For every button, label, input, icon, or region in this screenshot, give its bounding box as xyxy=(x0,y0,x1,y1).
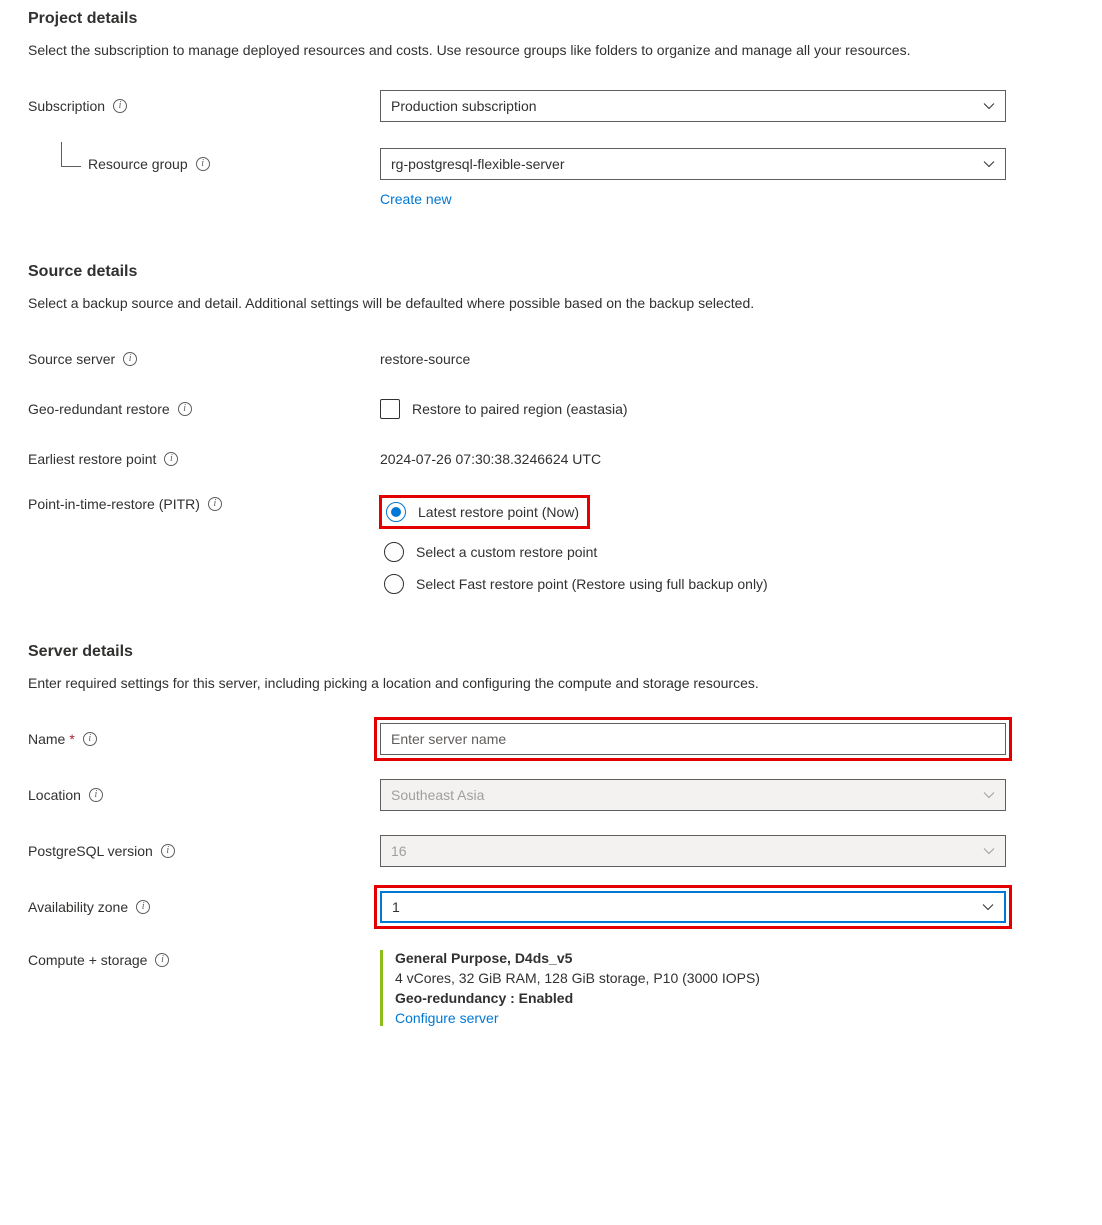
pitr-radio-group: Latest restore point (Now) Select a cust… xyxy=(380,494,1006,594)
location-dropdown: Southeast Asia xyxy=(380,779,1006,811)
info-icon[interactable]: i xyxy=(208,497,222,511)
subscription-dropdown[interactable]: Production subscription xyxy=(380,90,1006,122)
radio-icon xyxy=(384,574,404,594)
resource-group-value: rg-postgresql-flexible-server xyxy=(391,156,565,172)
info-icon[interactable]: i xyxy=(155,953,169,967)
info-icon[interactable]: i xyxy=(196,157,210,171)
compute-geo: Geo-redundancy : Enabled xyxy=(395,990,1006,1006)
radio-icon xyxy=(386,502,406,522)
info-icon[interactable]: i xyxy=(178,402,192,416)
chevron-down-icon xyxy=(983,158,995,170)
availability-zone-value: 1 xyxy=(392,899,400,915)
geo-redundant-checkbox[interactable] xyxy=(380,399,400,419)
project-details-desc: Select the subscription to manage deploy… xyxy=(28,40,1074,61)
info-icon[interactable]: i xyxy=(89,788,103,802)
chevron-down-icon xyxy=(983,100,995,112)
create-new-link[interactable]: Create new xyxy=(380,191,452,207)
server-name-highlight xyxy=(374,717,1012,761)
project-details-heading: Project details xyxy=(28,10,1074,28)
pitr-option-label: Select a custom restore point xyxy=(416,544,597,560)
subscription-value: Production subscription xyxy=(391,98,537,114)
postgres-version-value: 16 xyxy=(391,843,407,859)
pitr-option-label: Select Fast restore point (Restore using… xyxy=(416,576,768,592)
server-name-input[interactable] xyxy=(380,723,1006,755)
chevron-down-icon xyxy=(982,901,994,913)
compute-storage-label: Compute + storage i xyxy=(28,950,380,968)
info-icon[interactable]: i xyxy=(113,99,127,113)
location-value: Southeast Asia xyxy=(391,787,484,803)
pitr-option-latest[interactable]: Latest restore point (Now) xyxy=(380,494,593,530)
resource-group-dropdown[interactable]: rg-postgresql-flexible-server xyxy=(380,148,1006,180)
pitr-label: Point-in-time-restore (PITR) i xyxy=(28,494,380,512)
earliest-restore-value: 2024-07-26 07:30:38.3246624 UTC xyxy=(380,451,601,467)
server-details-desc: Enter required settings for this server,… xyxy=(28,673,1074,694)
source-server-label: Source server i xyxy=(28,351,380,367)
radio-icon xyxy=(384,542,404,562)
source-details-desc: Select a backup source and detail. Addit… xyxy=(28,293,1074,314)
resource-group-label: Resource group i xyxy=(28,156,380,172)
compute-storage-summary: General Purpose, D4ds_v5 4 vCores, 32 Gi… xyxy=(380,950,1006,1026)
geo-redundant-checkbox-label: Restore to paired region (eastasia) xyxy=(412,401,628,417)
pitr-option-custom[interactable]: Select a custom restore point xyxy=(380,542,1006,562)
compute-tier: General Purpose, D4ds_v5 xyxy=(395,950,1006,966)
az-highlight: 1 xyxy=(374,885,1012,929)
location-label: Location i xyxy=(28,787,380,803)
earliest-restore-label: Earliest restore point i xyxy=(28,451,380,467)
chevron-down-icon xyxy=(983,845,995,857)
info-icon[interactable]: i xyxy=(136,900,150,914)
info-icon[interactable]: i xyxy=(164,452,178,466)
info-icon[interactable]: i xyxy=(123,352,137,366)
subscription-label: Subscription i xyxy=(28,98,380,114)
availability-zone-dropdown[interactable]: 1 xyxy=(380,891,1006,923)
configure-server-link[interactable]: Configure server xyxy=(395,1010,499,1026)
source-server-value: restore-source xyxy=(380,351,470,367)
pitr-option-fast[interactable]: Select Fast restore point (Restore using… xyxy=(380,574,1006,594)
required-star-icon: * xyxy=(69,731,74,747)
server-name-label: Name * i xyxy=(28,731,380,747)
geo-redundant-label: Geo-redundant restore i xyxy=(28,401,380,417)
server-details-heading: Server details xyxy=(28,643,1074,661)
info-icon[interactable]: i xyxy=(83,732,97,746)
info-icon[interactable]: i xyxy=(161,844,175,858)
source-details-heading: Source details xyxy=(28,263,1074,281)
chevron-down-icon xyxy=(983,789,995,801)
indent-line xyxy=(61,142,81,167)
pitr-option-label: Latest restore point (Now) xyxy=(418,504,579,520)
compute-spec: 4 vCores, 32 GiB RAM, 128 GiB storage, P… xyxy=(395,970,1006,986)
availability-zone-label: Availability zone i xyxy=(28,899,380,915)
postgres-version-label: PostgreSQL version i xyxy=(28,843,380,859)
postgres-version-dropdown: 16 xyxy=(380,835,1006,867)
